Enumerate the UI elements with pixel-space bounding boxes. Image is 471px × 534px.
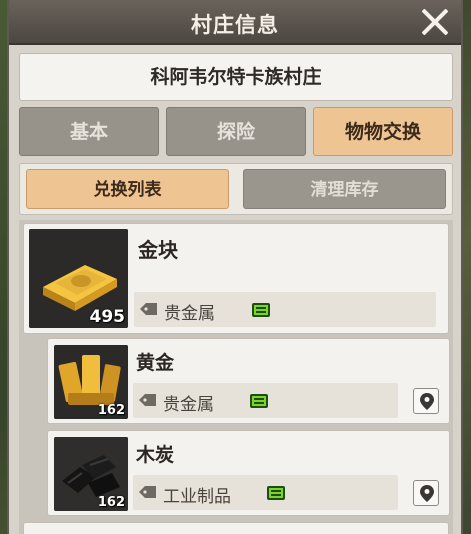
money-icon (267, 486, 285, 500)
barter-subtabs: 兑换列表 清理库存 (19, 163, 453, 215)
item-category: 贵金属 (163, 395, 214, 415)
locate-button[interactable] (413, 388, 439, 414)
locate-button[interactable] (413, 480, 439, 506)
tab-basic[interactable]: 基本 (19, 107, 159, 156)
charcoal-icon: 162 (54, 437, 128, 511)
subtab-exchange-list[interactable]: 兑换列表 (26, 169, 229, 209)
village-info-panel: 村庄信息 科阿韦尔特卡族村庄 基本 探险 物物交换 兑换列表 清理库存 495 (7, 0, 463, 534)
tag-icon (139, 394, 156, 406)
list-item[interactable]: 495 金块 贵金属 (23, 223, 449, 334)
location-pin-icon (420, 393, 434, 410)
item-name: 金块 (138, 238, 178, 262)
list-item[interactable]: 162 黄金 贵金属 (47, 338, 450, 424)
item-category: 工业制品 (163, 487, 231, 507)
tab-explore[interactable]: 探险 (166, 107, 306, 156)
item-category: 贵金属 (164, 304, 215, 324)
item-tags: 贵金属 (133, 383, 398, 418)
subtab-clear-stock[interactable]: 清理库存 (243, 169, 446, 209)
tag-icon (140, 303, 157, 315)
close-icon[interactable] (417, 4, 453, 40)
gold-bars-icon: 162 (54, 345, 128, 419)
item-name: 木炭 (136, 444, 175, 466)
item-name: 黄金 (136, 352, 175, 374)
window-title: 村庄信息 (191, 13, 279, 37)
item-tags: 工业制品 (133, 475, 398, 510)
gold-bar-icon: 495 (29, 229, 128, 328)
list-item[interactable] (23, 522, 449, 534)
village-name-label: 科阿韦尔特卡族村庄 (19, 53, 453, 101)
tag-icon (139, 486, 156, 498)
item-quantity: 162 (97, 403, 125, 418)
item-quantity: 162 (97, 495, 125, 510)
location-pin-icon (420, 485, 434, 502)
money-icon (250, 394, 268, 408)
money-icon (252, 303, 270, 317)
tab-barter[interactable]: 物物交换 (313, 107, 453, 156)
title-bar: 村庄信息 (9, 0, 461, 45)
main-tabs: 基本 探险 物物交换 (19, 107, 453, 156)
item-tags: 贵金属 (134, 292, 436, 327)
item-quantity: 495 (89, 307, 126, 327)
exchange-list[interactable]: 495 金块 贵金属 162 黄金 贵金属 162 木炭 工业制品 (19, 220, 453, 534)
list-item[interactable]: 162 木炭 工业制品 (47, 430, 450, 516)
